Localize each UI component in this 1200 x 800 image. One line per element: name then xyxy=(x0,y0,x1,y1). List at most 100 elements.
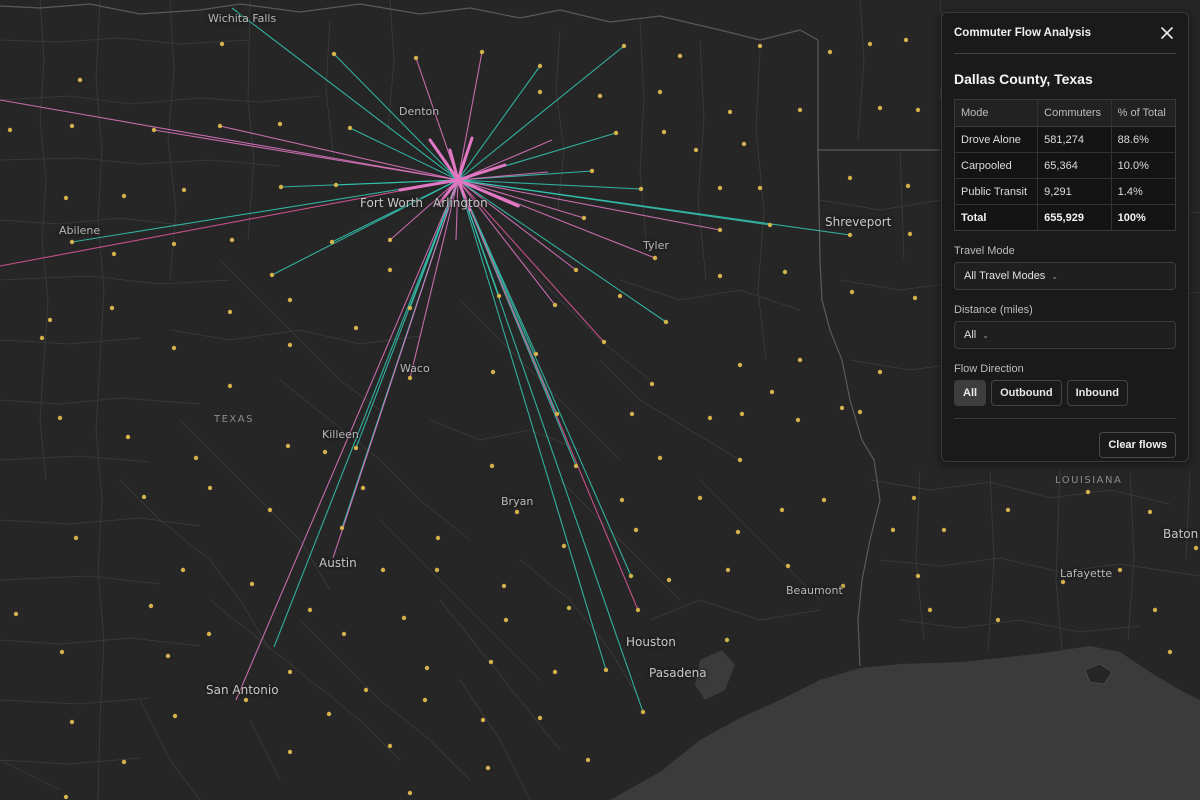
county-centroid[interactable] xyxy=(693,147,699,153)
county-centroid[interactable] xyxy=(249,581,255,587)
county-centroid[interactable] xyxy=(380,567,386,573)
county-centroid[interactable] xyxy=(267,507,273,513)
county-centroid[interactable] xyxy=(797,357,803,363)
county-centroid[interactable] xyxy=(269,272,275,278)
county-centroid[interactable] xyxy=(424,665,430,671)
county-centroid[interactable] xyxy=(537,89,543,95)
county-centroid[interactable] xyxy=(782,269,788,275)
county-centroid[interactable] xyxy=(597,93,603,99)
county-centroid[interactable] xyxy=(903,37,909,43)
county-centroid[interactable] xyxy=(995,617,1001,623)
county-centroid[interactable] xyxy=(601,339,607,345)
county-centroid[interactable] xyxy=(229,237,235,243)
county-centroid[interactable] xyxy=(287,669,293,675)
county-centroid[interactable] xyxy=(59,649,65,655)
county-centroid[interactable] xyxy=(363,687,369,693)
county-centroid[interactable] xyxy=(360,485,366,491)
county-centroid[interactable] xyxy=(867,41,873,47)
county-centroid[interactable] xyxy=(287,749,293,755)
county-centroid[interactable] xyxy=(633,527,639,533)
county-centroid[interactable] xyxy=(757,43,763,49)
county-centroid[interactable] xyxy=(725,567,731,573)
county-centroid[interactable] xyxy=(206,631,212,637)
county-centroid[interactable] xyxy=(847,175,853,181)
county-centroid[interactable] xyxy=(573,267,579,273)
county-centroid[interactable] xyxy=(629,411,635,417)
county-centroid[interactable] xyxy=(488,659,494,665)
county-centroid[interactable] xyxy=(827,49,833,55)
county-centroid[interactable] xyxy=(243,697,249,703)
county-centroid[interactable] xyxy=(566,605,572,611)
county-centroid[interactable] xyxy=(401,615,407,621)
county-centroid[interactable] xyxy=(554,411,560,417)
county-centroid[interactable] xyxy=(307,607,313,613)
county-centroid[interactable] xyxy=(628,573,634,579)
county-centroid[interactable] xyxy=(503,617,509,623)
county-centroid[interactable] xyxy=(741,141,747,147)
county-centroid[interactable] xyxy=(148,603,154,609)
county-centroid[interactable] xyxy=(537,715,543,721)
county-centroid[interactable] xyxy=(573,463,579,469)
county-centroid[interactable] xyxy=(905,183,911,189)
county-centroid[interactable] xyxy=(795,417,801,423)
county-centroid[interactable] xyxy=(552,302,558,308)
county-centroid[interactable] xyxy=(63,195,69,201)
county-centroid[interactable] xyxy=(278,184,284,190)
county-centroid[interactable] xyxy=(287,297,293,303)
county-centroid[interactable] xyxy=(181,187,187,193)
county-centroid[interactable] xyxy=(779,507,785,513)
county-centroid[interactable] xyxy=(727,109,733,115)
county-centroid[interactable] xyxy=(151,127,157,133)
county-centroid[interactable] xyxy=(537,63,543,69)
county-centroid[interactable] xyxy=(422,697,428,703)
county-centroid[interactable] xyxy=(407,375,413,381)
county-centroid[interactable] xyxy=(329,239,335,245)
county-centroid[interactable] xyxy=(217,123,223,129)
county-centroid[interactable] xyxy=(890,527,896,533)
county-centroid[interactable] xyxy=(339,525,345,531)
county-centroid[interactable] xyxy=(533,351,539,357)
county-centroid[interactable] xyxy=(277,121,283,127)
county-centroid[interactable] xyxy=(480,717,486,723)
county-centroid[interactable] xyxy=(735,529,741,535)
county-centroid[interactable] xyxy=(724,637,730,643)
flow-all-button[interactable]: All xyxy=(954,380,987,406)
county-centroid[interactable] xyxy=(496,293,502,299)
county-centroid[interactable] xyxy=(657,89,663,95)
county-centroid[interactable] xyxy=(621,43,627,49)
county-centroid[interactable] xyxy=(121,759,127,765)
county-centroid[interactable] xyxy=(821,497,827,503)
county-centroid[interactable] xyxy=(39,335,45,341)
county-centroid[interactable] xyxy=(387,237,393,243)
county-centroid[interactable] xyxy=(877,105,883,111)
county-centroid[interactable] xyxy=(287,342,293,348)
county-centroid[interactable] xyxy=(219,41,225,47)
flow-outbound-button[interactable]: Outbound xyxy=(991,380,1062,406)
county-centroid[interactable] xyxy=(941,527,947,533)
county-centroid[interactable] xyxy=(617,293,623,299)
county-centroid[interactable] xyxy=(552,669,558,675)
county-centroid[interactable] xyxy=(1060,579,1066,585)
county-centroid[interactable] xyxy=(1147,509,1153,515)
county-centroid[interactable] xyxy=(717,185,723,191)
county-centroid[interactable] xyxy=(717,273,723,279)
county-centroid[interactable] xyxy=(353,445,359,451)
county-centroid[interactable] xyxy=(326,711,332,717)
county-centroid[interactable] xyxy=(589,168,595,174)
county-centroid[interactable] xyxy=(635,607,641,613)
county-centroid[interactable] xyxy=(769,389,775,395)
county-centroid[interactable] xyxy=(141,494,147,500)
county-centroid[interactable] xyxy=(47,317,53,323)
county-centroid[interactable] xyxy=(171,345,177,351)
county-centroid[interactable] xyxy=(172,713,178,719)
county-centroid[interactable] xyxy=(785,563,791,569)
county-centroid[interactable] xyxy=(652,255,658,261)
county-centroid[interactable] xyxy=(353,325,359,331)
county-centroid[interactable] xyxy=(585,757,591,763)
county-centroid[interactable] xyxy=(387,267,393,273)
county-centroid[interactable] xyxy=(666,577,672,583)
county-centroid[interactable] xyxy=(1005,507,1011,513)
clear-flows-button[interactable]: Clear flows xyxy=(1099,432,1176,458)
county-centroid[interactable] xyxy=(663,319,669,325)
county-centroid[interactable] xyxy=(613,130,619,136)
